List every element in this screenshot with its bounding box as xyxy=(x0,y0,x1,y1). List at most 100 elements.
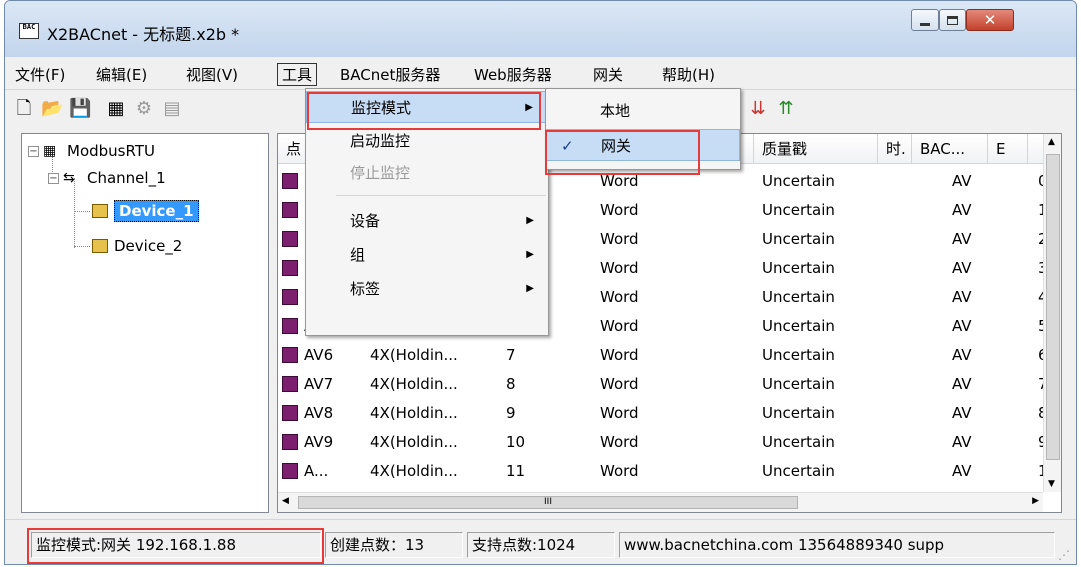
cell-type: Word xyxy=(600,259,639,277)
col-time[interactable]: 时. xyxy=(878,134,912,164)
cell-type: Word xyxy=(600,433,639,451)
table-row[interactable]: AV64X(Holdin...7WordUncertainAV6 xyxy=(278,344,1048,367)
cell-reg: 4X(Holdin... xyxy=(370,404,458,422)
horizontal-scrollbar[interactable]: ◀ III ▶ xyxy=(278,492,1043,512)
point-icon xyxy=(282,231,298,247)
point-icon xyxy=(282,173,298,189)
submenu-arrow-icon: ▶ xyxy=(526,283,534,294)
tree-line xyxy=(74,246,90,247)
cell-quality: Uncertain xyxy=(762,375,835,393)
menu-item-label: 停止监控 xyxy=(350,164,411,182)
cell-quality: Uncertain xyxy=(762,259,835,277)
cell-quality: Uncertain xyxy=(762,346,835,364)
menu-item-device[interactable]: 设备 ▶ xyxy=(306,205,548,237)
open-folder-icon[interactable]: 📂 xyxy=(41,98,63,120)
close-button[interactable]: ✕ xyxy=(966,9,1014,31)
save-icon[interactable]: 💾 xyxy=(69,98,91,120)
menu-view[interactable]: 视图(V) xyxy=(186,64,238,85)
table-row[interactable]: AV84X(Holdin...9WordUncertainAV8 xyxy=(278,402,1048,425)
cell-bac: AV xyxy=(952,172,972,190)
cell-name: AV7 xyxy=(304,375,334,393)
cell-type: Word xyxy=(600,346,639,364)
scroll-left-icon[interactable]: ◀ xyxy=(282,496,289,506)
app-icon: BAC xyxy=(19,23,39,39)
scroll-up-icon[interactable]: ▲ xyxy=(1048,137,1055,147)
menu-item-label: 启动监控 xyxy=(350,132,411,150)
add-device-icon[interactable]: ⚙ xyxy=(133,98,155,120)
add-group-icon[interactable]: ▤ xyxy=(161,98,183,120)
scroll-down-icon[interactable]: ▼ xyxy=(1048,479,1055,489)
menu-help[interactable]: 帮助(H) xyxy=(662,64,715,85)
window-title: X2BACnet - 无标题.x2b * xyxy=(47,25,240,44)
cell-type: Word xyxy=(600,375,639,393)
device-tree: − ▦ ModbusRTU − ⇆ Channel_1 Device_1 Dev… xyxy=(21,133,269,513)
collapse-icon[interactable]: − xyxy=(28,145,39,157)
vertical-scrollbar[interactable]: ▲ ▼ xyxy=(1043,134,1061,492)
title-bar[interactable]: BAC X2BACnet - 无标题.x2b * ✕ xyxy=(5,1,1076,57)
cell-bac: AV xyxy=(952,404,972,422)
point-icon xyxy=(282,347,298,363)
cell-quality: Uncertain xyxy=(762,288,835,306)
cell-name: AV6 xyxy=(304,346,334,364)
cell-type: Word xyxy=(600,230,639,248)
highlight-monitor-mode xyxy=(307,92,541,130)
menu-item-label: 标签 xyxy=(350,280,381,298)
cell-quality: Uncertain xyxy=(762,317,835,335)
minimize-icon xyxy=(920,22,930,26)
collapse-icon[interactable]: − xyxy=(48,172,59,184)
menu-item-local[interactable]: 本地 xyxy=(546,95,740,127)
device-icon xyxy=(92,239,108,253)
cell-type: Word xyxy=(600,317,639,335)
col-e[interactable]: E xyxy=(988,134,1028,164)
cell-type: Word xyxy=(600,288,639,306)
cell-addr: 8 xyxy=(506,375,516,393)
cell-reg: 4X(Holdin... xyxy=(370,346,458,364)
table-row[interactable]: AV74X(Holdin...8WordUncertainAV7 xyxy=(278,373,1048,396)
menu-tools[interactable]: 工具 xyxy=(277,63,318,86)
submenu-arrow-icon: ▶ xyxy=(526,215,534,226)
menu-item-group[interactable]: 组 ▶ xyxy=(306,239,548,271)
add-channel-icon[interactable]: ▦ xyxy=(105,98,127,120)
cell-quality: Uncertain xyxy=(762,201,835,219)
close-icon: ✕ xyxy=(983,11,997,29)
resize-grip-icon[interactable]: ⋰ xyxy=(1058,548,1070,562)
tree-item-channel[interactable]: − ⇆ Channel_1 xyxy=(48,167,166,189)
menu-bar: 文件(F) 编辑(E) 视图(V) 工具 BACnet服务器 Web服务器 网关… xyxy=(5,57,1076,90)
menu-item-label: 设备 xyxy=(350,212,381,230)
scroll-thumb[interactable] xyxy=(1046,154,1060,460)
tree-item-device-1[interactable]: Device_1 xyxy=(92,200,199,222)
highlight-gateway xyxy=(545,130,700,175)
upload-icon[interactable]: ⇈ xyxy=(775,98,797,120)
cell-bac: AV xyxy=(952,259,972,277)
cell-quality: Uncertain xyxy=(762,172,835,190)
menu-file[interactable]: 文件(F) xyxy=(15,64,65,85)
tree-item-modbusrtu[interactable]: − ▦ ModbusRTU xyxy=(28,140,155,162)
menu-bacnet-server[interactable]: BACnet服务器 xyxy=(340,64,440,85)
cell-name: AV9 xyxy=(304,433,334,451)
point-icon xyxy=(282,376,298,392)
menu-gateway[interactable]: 网关 xyxy=(593,64,623,85)
maximize-button[interactable] xyxy=(939,9,966,31)
maximize-icon xyxy=(947,15,958,25)
load-icon[interactable]: ⇊ xyxy=(747,98,769,120)
menu-item-tag[interactable]: 标签 ▶ xyxy=(306,273,548,305)
col-quality[interactable]: 质量戳 xyxy=(754,134,878,164)
table-row[interactable]: AV94X(Holdin...10WordUncertainAV9 xyxy=(278,431,1048,454)
status-info: www.bacnetchina.com 13564889340 supp xyxy=(619,532,1055,558)
col-bacnet[interactable]: BAC... xyxy=(912,134,988,164)
table-row[interactable]: A...4X(Holdin...11WordUncertainAV1 xyxy=(278,460,1048,483)
app-window: BAC X2BACnet - 无标题.x2b * ✕ 文件(F) 编辑(E) 视… xyxy=(4,0,1077,565)
tree-label: Channel_1 xyxy=(87,169,166,187)
menu-web-server[interactable]: Web服务器 xyxy=(474,64,552,85)
cell-quality: Uncertain xyxy=(762,462,835,480)
menu-edit[interactable]: 编辑(E) xyxy=(96,64,147,85)
minimize-button[interactable] xyxy=(911,9,939,31)
scroll-thumb[interactable]: III xyxy=(298,496,798,509)
cell-quality: Uncertain xyxy=(762,404,835,422)
scroll-right-icon[interactable]: ▶ xyxy=(1032,496,1039,506)
new-file-icon[interactable]: 🗋 xyxy=(13,98,35,120)
menu-item-stop-monitor: 停止监控 xyxy=(306,157,548,189)
cell-addr: 7 xyxy=(506,346,516,364)
cell-type: Word xyxy=(600,201,639,219)
tree-item-device-2[interactable]: Device_2 xyxy=(92,235,182,257)
